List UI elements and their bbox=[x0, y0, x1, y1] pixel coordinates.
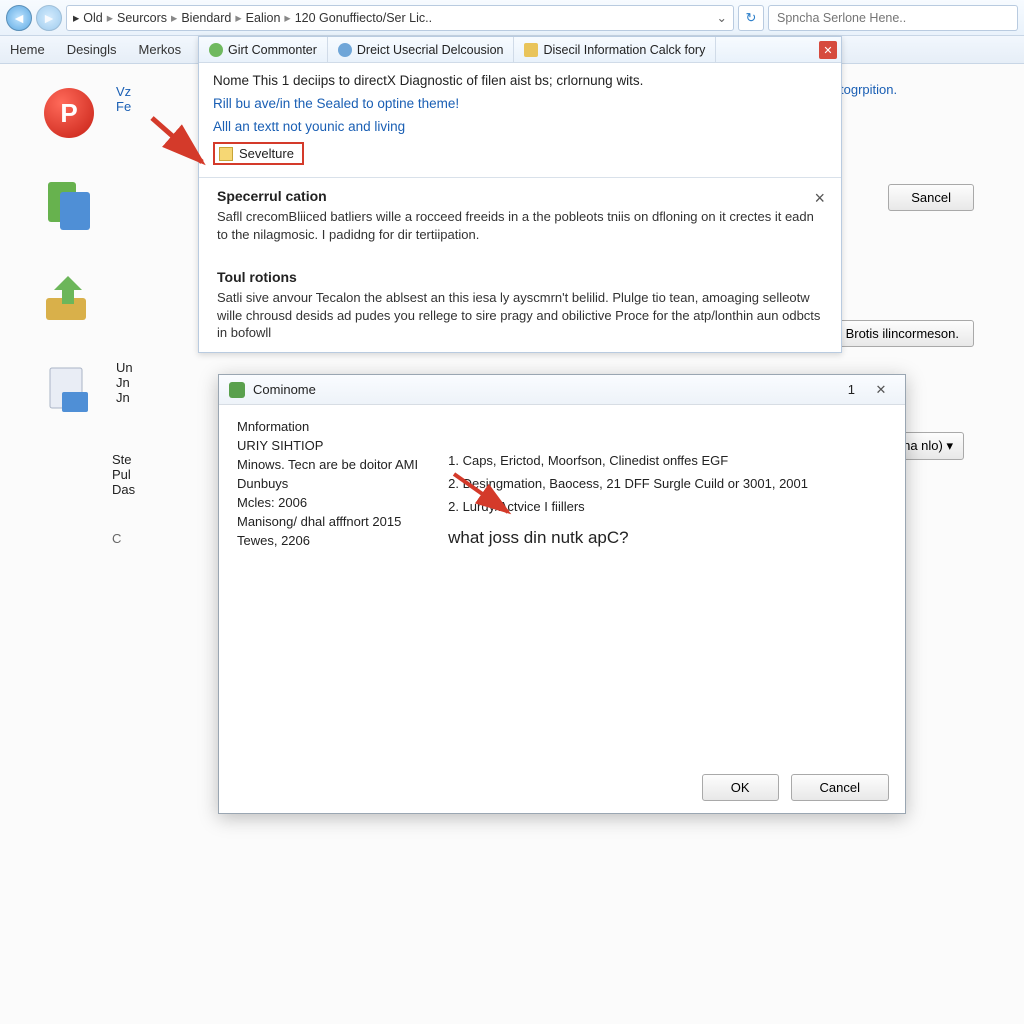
dl-0: Mnformation bbox=[237, 419, 418, 434]
bc-4[interactable]: 120 Gonuffiecto/Ser Lic.. bbox=[295, 11, 432, 25]
sevelture-highlight[interactable]: Sevelture bbox=[213, 142, 304, 165]
document-icon bbox=[40, 360, 98, 418]
dialog-title-num: 1 bbox=[848, 382, 855, 397]
dl-6: Tewes, 2206 bbox=[237, 533, 418, 548]
dr-1: 2. Desingmation, Baocess, 21 DFF Surgle … bbox=[448, 476, 808, 491]
dialog-titlebar[interactable]: Cominome 1 ✕ bbox=[219, 375, 905, 405]
dr-2: 2. Lurdy/Actvice I fiillers bbox=[448, 499, 808, 514]
sancel-button[interactable]: Sancel bbox=[888, 184, 974, 211]
tab-dot-icon bbox=[524, 43, 538, 57]
tab-disecil[interactable]: Disecil Information Calck fory bbox=[514, 37, 716, 62]
bc-0[interactable]: Old bbox=[83, 11, 102, 25]
dialog-ok-button[interactable]: OK bbox=[702, 774, 779, 801]
dl-2: Minows. Tecn are be doitor AMI bbox=[237, 457, 418, 472]
row4-l2: Pul bbox=[112, 467, 135, 482]
forward-button[interactable]: ► bbox=[36, 5, 62, 31]
dropdown-chevron-icon[interactable]: ⌄ bbox=[717, 10, 727, 25]
row3-l3: Jn bbox=[116, 390, 133, 405]
right-link[interactable]: togrpition. bbox=[840, 82, 897, 97]
sec1-title: Specerrul cation bbox=[217, 188, 823, 204]
dialog-app-icon bbox=[229, 382, 245, 398]
panel-line3[interactable]: Alll an textt not younic and living bbox=[213, 119, 827, 134]
panel-line1: Nome This 1 deciips to directX Diagnosti… bbox=[213, 73, 827, 88]
dialog-left-col: Mnformation URIY SIHTIOP Minows. Tecn ar… bbox=[237, 419, 418, 552]
info-panel: Girt Commonter Dreict Usecrial Delcousio… bbox=[198, 36, 842, 353]
cominome-dialog: Cominome 1 ✕ Mnformation URIY SIHTIOP Mi… bbox=[218, 374, 906, 814]
panel-line2[interactable]: Rill bu ave/in the Sealed to optine them… bbox=[213, 96, 827, 111]
tab-dot-icon bbox=[209, 43, 223, 57]
dialog-close-icon[interactable]: ✕ bbox=[867, 380, 895, 400]
bc-1[interactable]: Seurcors bbox=[117, 11, 167, 25]
brotis-button[interactable]: Brotis ilincormeson. bbox=[831, 320, 974, 347]
section-close-icon[interactable]: × bbox=[814, 188, 825, 209]
bc-3[interactable]: Ealion bbox=[246, 11, 281, 25]
tab-dreict[interactable]: Dreict Usecrial Delcousion bbox=[328, 37, 515, 62]
tab-girt[interactable]: Girt Commonter bbox=[199, 37, 328, 62]
back-button[interactable]: ◄ bbox=[6, 5, 32, 31]
row4-l3: Das bbox=[112, 482, 135, 497]
breadcrumb[interactable]: ▸ Old▸ Seurcors▸ Biendard▸ Ealion▸ 120 G… bbox=[66, 5, 734, 31]
dialog-title-text: Cominome bbox=[253, 382, 316, 397]
sec2-title: Toul rotions bbox=[217, 269, 823, 285]
chevron-down-icon: ▾ bbox=[946, 438, 953, 453]
dl-1: URIY SIHTIOP bbox=[237, 438, 418, 453]
alert-icon: P bbox=[40, 84, 98, 142]
menu-heme[interactable]: Heme bbox=[10, 42, 45, 57]
tab-dot-icon bbox=[338, 43, 352, 57]
row3-l2: Jn bbox=[116, 375, 133, 390]
bc-2[interactable]: Biendard bbox=[181, 11, 231, 25]
bc-root-icon: ▸ bbox=[73, 10, 79, 25]
row1-link1[interactable]: Vz bbox=[116, 84, 131, 99]
row1-link2[interactable]: Fe bbox=[116, 99, 131, 114]
dialog-right-col: 1. Caps, Erictod, Moorfson, Clinedist on… bbox=[448, 453, 808, 552]
dl-5: Manisong/ dhal afffnort 2015 bbox=[237, 514, 418, 529]
menu-merkos[interactable]: Merkos bbox=[139, 42, 182, 57]
sec2-body: Satli sive anvour Tecalon the ablsest an… bbox=[217, 289, 823, 342]
book-icon bbox=[40, 176, 98, 234]
sec1-body: Safll crecomBliiced batliers wille a roc… bbox=[217, 208, 823, 243]
toolbar: ◄ ► ▸ Old▸ Seurcors▸ Biendard▸ Ealion▸ 1… bbox=[0, 0, 1024, 36]
dialog-cancel-button[interactable]: Cancel bbox=[791, 774, 889, 801]
dialog-question: what joss din nutk apC? bbox=[448, 528, 808, 548]
dl-4: Mcles: 2006 bbox=[237, 495, 418, 510]
search-input[interactable] bbox=[768, 5, 1018, 31]
row4-l1: Ste bbox=[112, 452, 135, 467]
menu-desingls[interactable]: Desingls bbox=[67, 42, 117, 57]
folder-up-icon bbox=[40, 268, 98, 326]
dr-0: 1. Caps, Erictod, Moorfson, Clinedist on… bbox=[448, 453, 808, 468]
dl-3: Dunbuys bbox=[237, 476, 418, 491]
sevel-square-icon bbox=[219, 147, 233, 161]
panel-close-icon[interactable]: ✕ bbox=[819, 41, 837, 59]
refresh-button[interactable]: ↻ bbox=[738, 5, 764, 31]
panel-tabs: Girt Commonter Dreict Usecrial Delcousio… bbox=[199, 37, 841, 63]
row3-l1: Un bbox=[116, 360, 133, 375]
